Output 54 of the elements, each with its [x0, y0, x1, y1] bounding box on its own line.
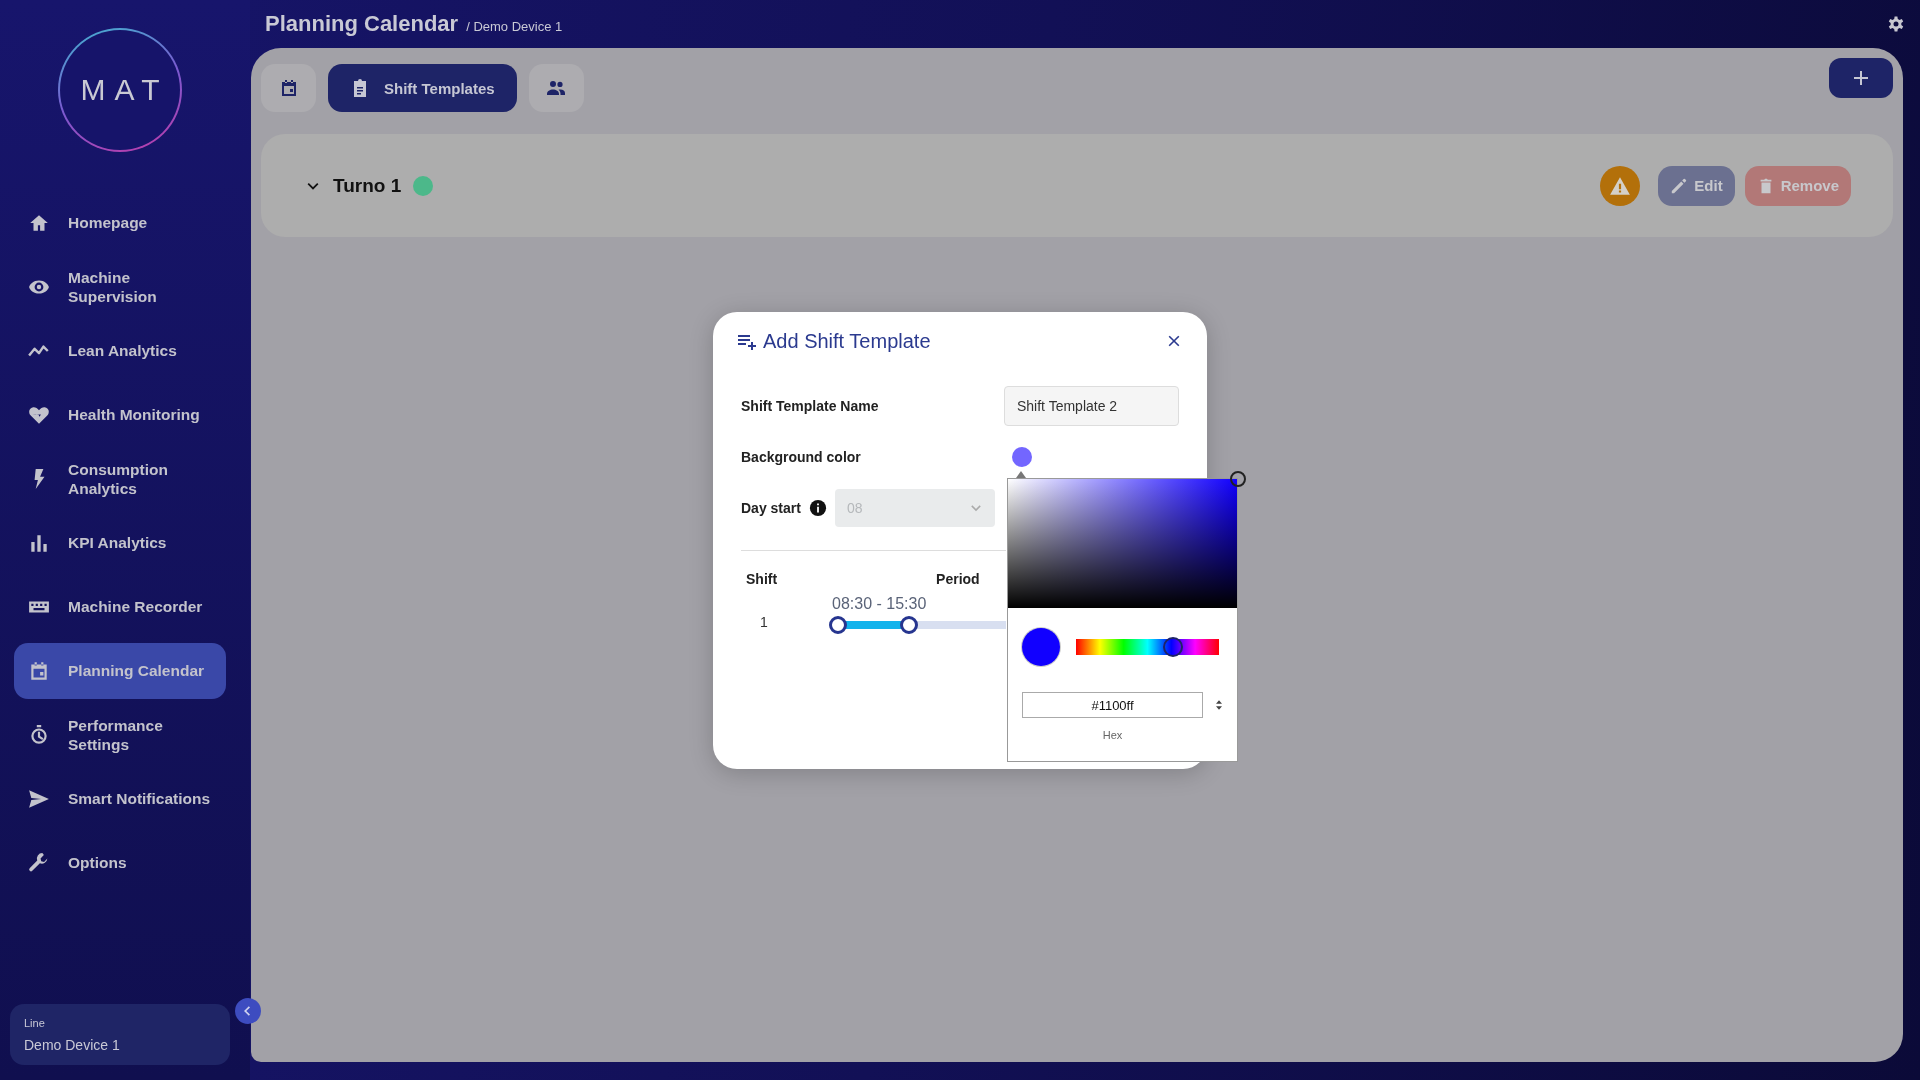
name-field[interactable]: Shift Template 2 — [1004, 386, 1179, 426]
hex-label: Hex — [1101, 729, 1124, 741]
tab[interactable] — [261, 64, 316, 112]
nav-item[interactable]: Consumption Analytics — [14, 451, 226, 507]
device-name: Demo Device 1 — [24, 1037, 121, 1053]
pencil-icon — [1670, 176, 1689, 195]
nav-item[interactable]: Lean Analytics — [14, 323, 226, 379]
saturation-handle[interactable] — [1230, 471, 1246, 487]
stopwatch-icon — [28, 724, 50, 746]
people-icon — [546, 78, 567, 98]
range-slider[interactable] — [829, 616, 1006, 634]
nav-item[interactable]: Health Monitoring — [14, 387, 226, 443]
nav-item[interactable]: Homepage — [14, 195, 226, 251]
heart-pulse-icon — [28, 404, 50, 426]
info-icon — [808, 499, 827, 517]
wrench-icon — [28, 852, 50, 874]
send-icon — [28, 788, 50, 810]
hex-field[interactable]: #1100ff — [1022, 692, 1203, 718]
nav-item[interactable]: Smart Notifications — [14, 771, 226, 827]
slider-handle[interactable] — [829, 616, 847, 634]
bar-chart-icon — [28, 532, 50, 554]
column-header: Shift — [746, 571, 778, 587]
field-label: Day start — [741, 500, 801, 516]
plus-icon — [1851, 68, 1871, 88]
settings-icon[interactable] — [1886, 14, 1906, 34]
breadcrumb: / Demo Device 1 — [466, 19, 563, 34]
nav-item[interactable]: Options — [14, 835, 226, 891]
collapse-button[interactable] — [235, 998, 261, 1024]
nav-item[interactable]: Machine Recorder — [14, 579, 226, 635]
hue-slider[interactable] — [1076, 639, 1219, 655]
tab[interactable]: Shift Templates — [328, 64, 517, 112]
dialog-title: Add Shift Template — [763, 329, 931, 353]
logo: MAT — [58, 28, 182, 152]
color-swatch[interactable] — [1012, 447, 1032, 467]
template-name: Turno 1 — [333, 174, 402, 197]
hue-handle[interactable] — [1163, 637, 1184, 657]
color-preview — [1022, 628, 1060, 666]
slider-handle[interactable] — [899, 616, 918, 634]
add-button[interactable] — [1829, 58, 1893, 98]
saturation-area[interactable] — [1008, 479, 1237, 608]
close-icon[interactable] — [1166, 333, 1182, 349]
nav-item[interactable]: Planning Calendar — [14, 643, 226, 699]
field-label: Shift Template Name — [741, 398, 880, 414]
period-label: 08:30 - 15:30 — [832, 595, 928, 613]
nav-item[interactable]: Performance Settings — [14, 707, 226, 763]
line-label: Line — [24, 1017, 46, 1029]
nav-item[interactable]: Machine Supervision — [14, 259, 226, 315]
calendar-icon — [28, 660, 50, 682]
tab[interactable] — [528, 64, 584, 112]
nav-item[interactable]: KPI Analytics — [14, 515, 226, 571]
field-label: Background color — [741, 449, 862, 465]
shift-number: 1 — [759, 613, 769, 630]
column-header: Period — [936, 571, 980, 587]
page-title: Planning Calendar — [265, 11, 459, 37]
